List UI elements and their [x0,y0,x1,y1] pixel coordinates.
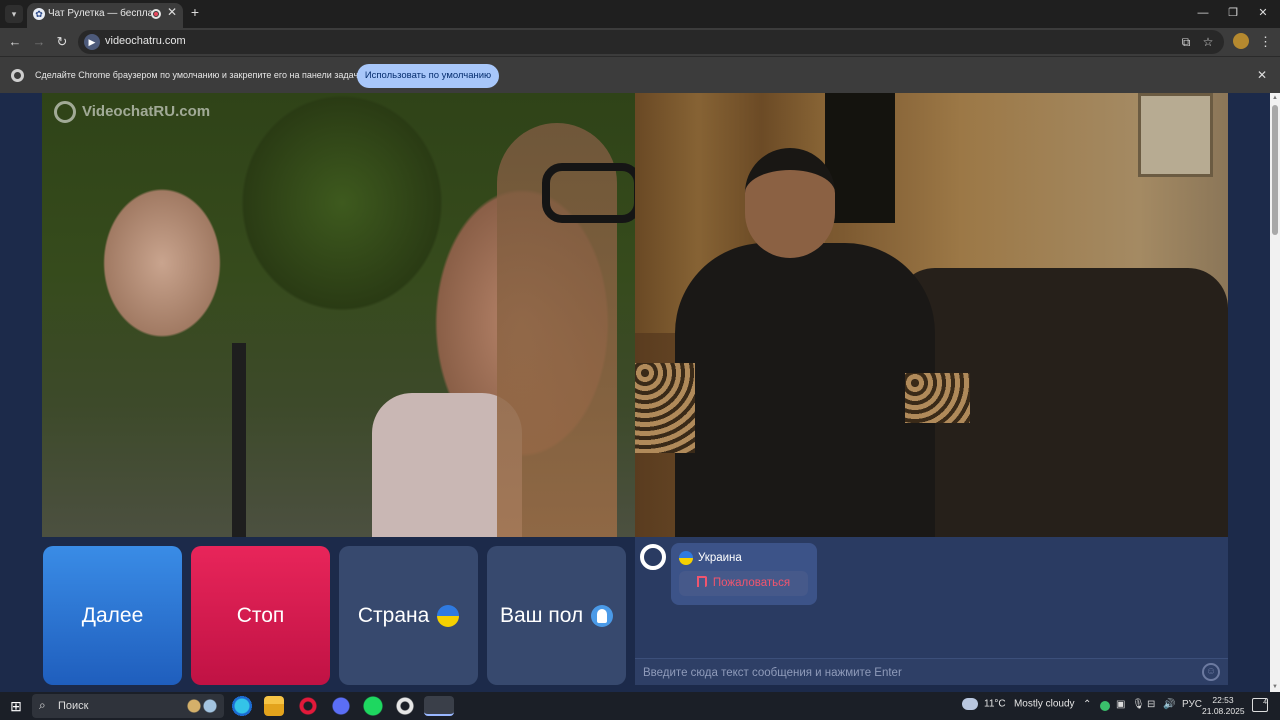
search-highlight-image [182,695,222,717]
windows-start-icon[interactable]: ⊞ [8,698,24,714]
bookmark-star-icon[interactable]: ☆ [1200,34,1216,50]
profile-avatar[interactable] [1233,33,1249,49]
tab-search-button[interactable]: ▾ [5,5,23,23]
default-browser-infobar: Сделайте Chrome браузером по умолчанию и… [0,56,1280,93]
minimize-button[interactable]: — [1188,4,1218,22]
page-scrollbar[interactable]: ▲ ▼ [1270,93,1280,692]
videochat-page: VideochatRU.com Далее Стоп Страна Ваш по… [0,93,1270,692]
back-button[interactable]: ← [6,33,24,51]
notifications-icon[interactable]: 4 [1252,698,1268,712]
site-favicon-icon: ✿ [33,8,45,20]
country-button[interactable]: Страна [339,546,478,685]
volume-icon[interactable]: 🔊 [1163,699,1175,710]
obs-icon[interactable] [395,696,415,716]
weather-widget[interactable]: 11°C Mostly cloudy [962,698,1075,710]
country-label: Страна [357,604,430,627]
opera-icon[interactable] [298,696,318,716]
notification-count: 4 [1263,699,1267,706]
address-bar[interactable]: ▶ videochatru.com ⧉ ☆ [78,30,1224,54]
recording-icon [151,9,161,19]
url-text[interactable]: videochatru.com [105,35,186,47]
chat-message-input[interactable] [643,664,1183,682]
infobar-text: Сделайте Chrome браузером по умолчанию и… [35,70,361,80]
windows-taskbar: ⊞ ⌕ Поиск 11°C Mostly cloudy ⌃ ▣ 🎙 ⊟ 🔊 Р… [0,692,1280,720]
clock-time: 22:53 [1212,695,1234,705]
report-label: Пожаловаться [712,577,791,589]
logo-text: VideochatRU.com [82,102,211,120]
scrollbar-thumb[interactable] [1272,105,1278,235]
search-icon: ⌕ [39,698,46,712]
close-infobar-icon[interactable]: ✕ [1255,68,1269,82]
partner-video [635,93,1228,537]
next-button[interactable]: Далее [43,546,182,685]
weather-temp: 11°C [984,698,1006,710]
report-flag-icon [696,576,707,587]
site-info-icon[interactable]: ▶ [84,34,100,50]
ukraine-flag-icon [437,605,460,628]
gender-button[interactable]: Ваш пол [487,546,626,685]
partner-info-card: Украина Пожаловаться [671,543,817,605]
partner-country-label: Украина [698,552,742,565]
weather-condition: Mostly cloudy [1013,698,1075,710]
device-icon[interactable]: ▣ [1116,699,1125,710]
chrome-taskbar-icon[interactable] [424,696,454,716]
self-video [42,93,635,537]
tray-chevron-icon[interactable]: ⌃ [1083,699,1091,710]
emoji-icon[interactable]: ☺ [1202,663,1220,681]
browser-toolbar: ← → ↻ ▶ videochatru.com ⧉ ☆ ⋮ [0,28,1280,56]
install-app-icon[interactable]: ⧉ [1178,34,1194,50]
partner-country: Украина [679,551,742,565]
taskbar-clock[interactable]: 22:53 21.08.2025 [1202,695,1245,717]
microphone-icon[interactable]: 🎙 [1132,699,1145,710]
file-explorer-icon[interactable] [264,696,284,716]
female-gender-icon [591,605,614,628]
taskbar-search[interactable]: ⌕ Поиск [32,694,224,718]
chat-input-bar: ☺ [635,658,1228,685]
active-tab[interactable]: ✿ Чат Рулетка — бесплатный ✕ [27,3,183,28]
network-icon[interactable]: ⊟ [1147,699,1155,710]
cloudy-icon [962,698,978,710]
stop-button[interactable]: Стоп [191,546,330,685]
restore-button[interactable]: ❐ [1218,4,1248,22]
chat-panel: Украина Пожаловаться ☺ [635,537,1228,685]
gender-label: Ваш пол [499,604,584,627]
close-window-button[interactable]: ✕ [1248,4,1278,22]
clock-date: 21.08.2025 [1202,706,1245,716]
edge-icon[interactable] [232,696,252,716]
stop-label: Стоп [236,604,285,627]
tab-bar: ▾ ✿ Чат Рулетка — бесплатный ✕ + — ❐ ✕ [0,0,1280,28]
tab-title: Чат Рулетка — бесплатный [48,8,152,19]
set-default-button[interactable]: Использовать по умолчанию [357,64,499,88]
report-button[interactable]: Пожаловаться [679,571,808,596]
close-tab-icon[interactable]: ✕ [165,5,179,19]
status-dot-icon[interactable] [1100,701,1110,711]
next-label: Далее [81,604,144,627]
site-logo: VideochatRU.com [54,101,210,123]
messenger-icon[interactable] [331,696,351,716]
forward-button[interactable]: → [30,33,48,51]
search-label: Поиск [58,700,89,712]
reload-button[interactable]: ↻ [53,33,71,51]
language-indicator[interactable]: РУС [1182,699,1202,710]
ukraine-flag-icon [679,551,693,565]
chat-logo-icon [640,544,666,570]
menu-dots-icon[interactable]: ⋮ [1259,33,1272,51]
spotify-icon[interactable] [363,696,383,716]
logo-icon [54,101,76,123]
new-tab-button[interactable]: + [187,4,203,20]
chrome-icon [11,69,24,82]
scroll-up-icon[interactable]: ▲ [1270,93,1280,103]
scroll-down-icon[interactable]: ▼ [1270,682,1280,692]
